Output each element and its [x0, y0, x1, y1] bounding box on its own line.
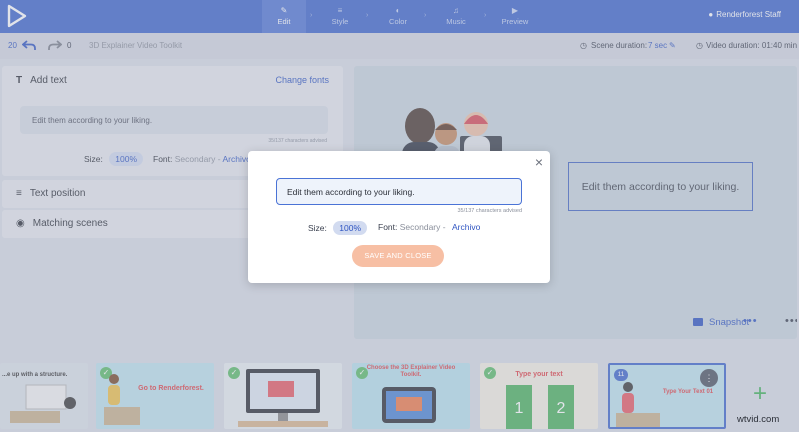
- modal-size-label: Size:: [308, 223, 327, 233]
- modal-text-input[interactable]: [276, 178, 522, 205]
- modal-font-secondary: Secondary -: [399, 222, 446, 232]
- close-icon[interactable]: ×: [535, 154, 543, 170]
- modal-size-value[interactable]: 100%: [333, 221, 368, 235]
- save-and-close-button[interactable]: SAVE AND CLOSE: [352, 245, 444, 267]
- modal-font-label: Font:: [378, 222, 398, 232]
- modal-font-name[interactable]: Archivo: [452, 222, 480, 232]
- modal-font-control: Font: Secondary - Archivo: [378, 222, 480, 232]
- modal-size-control: Size: 100%: [308, 221, 368, 235]
- modal-char-count: 35/137 characters advised: [457, 208, 522, 214]
- watermark-text: wtvid.com: [737, 414, 780, 425]
- edit-text-modal: × 35/137 characters advised Size: 100% F…: [248, 151, 550, 283]
